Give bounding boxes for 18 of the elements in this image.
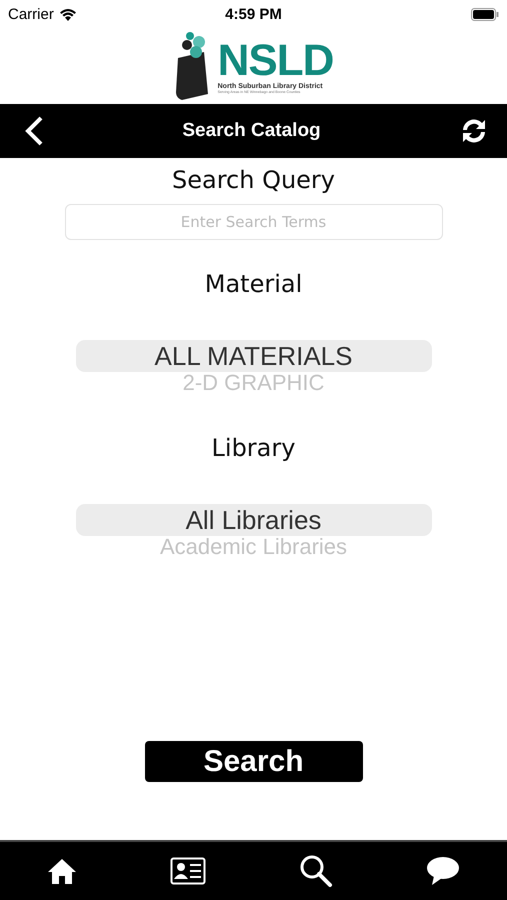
battery-icon (471, 8, 499, 20)
picker-option[interactable]: ALL MATERIALS (76, 340, 432, 372)
picker-label: Material (204, 270, 302, 298)
wifi-icon (58, 8, 77, 20)
page-title: Search Catalog (182, 120, 321, 142)
carrier-label: Carrier (8, 6, 54, 22)
chat-bubble-icon[interactable] (426, 856, 460, 886)
search-field[interactable]: Enter Search Terms (64, 204, 442, 240)
search-button[interactable]: Search (144, 741, 362, 782)
picker-option[interactable]: All Libraries (76, 504, 432, 536)
search-query-label: Search Query (172, 166, 336, 194)
clock-time: 4:59 PM (225, 6, 282, 22)
picker-label: Library (212, 434, 296, 462)
back-icon[interactable] (24, 115, 44, 147)
logo-wordmark: NSLD (218, 38, 334, 82)
contact-card-icon[interactable] (170, 857, 206, 885)
home-icon[interactable] (46, 857, 77, 885)
search-icon[interactable] (299, 854, 334, 888)
